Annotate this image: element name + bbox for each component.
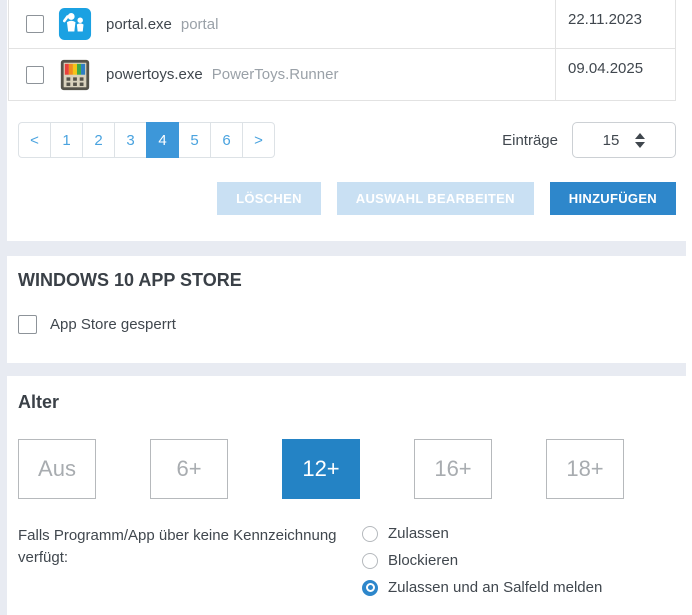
app-date: 22.11.2023 [555, 0, 675, 48]
pagination-page-1[interactable]: 1 [50, 122, 83, 158]
delete-button[interactable]: LÖSCHEN [217, 182, 321, 215]
age-option-12-selected[interactable]: 12+ [282, 439, 360, 499]
page-left-margin [0, 0, 7, 615]
radio-label: Zulassen [388, 525, 449, 542]
section-title: WINDOWS 10 APP STORE [18, 269, 692, 291]
radio-label: Zulassen und an Salfeld melden [388, 579, 602, 596]
entries-value: 15 [603, 132, 620, 149]
radio-option-zulassen-melden-selected[interactable]: Zulassen und an Salfeld melden [362, 579, 602, 596]
pagination-page-2[interactable]: 2 [82, 122, 115, 158]
app-display-name: PowerToys.Runner [212, 66, 339, 83]
app-filename: portal.exe [106, 16, 172, 33]
fallback-question-label: Falls Programm/App über keine Kennzeichn… [18, 525, 362, 606]
pagination-page-4-active[interactable]: 4 [146, 122, 179, 158]
add-button[interactable]: HINZUFÜGEN [550, 182, 676, 215]
app-list-panel: portal.exe portal 22.11.2023 [0, 0, 692, 241]
spinner-icon [635, 133, 645, 148]
section-divider [0, 241, 686, 256]
age-option-16[interactable]: 16+ [414, 439, 492, 499]
radio-option-blockieren[interactable]: Blockieren [362, 552, 602, 569]
entries-label: Einträge [502, 132, 558, 149]
app-store-blocked-checkbox[interactable] [18, 315, 37, 334]
app-date: 09.04.2025 [555, 49, 675, 100]
app-store-section: WINDOWS 10 APP STORE App Store gesperrt [0, 256, 692, 363]
section-divider [0, 363, 686, 376]
pagination: < 1 2 3 4 5 6 > [18, 122, 275, 158]
no-rating-fallback: Falls Programm/App über keine Kennzeichn… [18, 525, 692, 606]
radio-label: Blockieren [388, 552, 458, 569]
pagination-page-3[interactable]: 3 [114, 122, 147, 158]
table-controls: < 1 2 3 4 5 6 > Einträge 15 [18, 122, 676, 158]
pagination-page-5[interactable]: 5 [178, 122, 211, 158]
row-checkbox[interactable] [26, 15, 44, 33]
app-table: portal.exe portal 22.11.2023 [8, 0, 676, 101]
portal-app-icon [58, 7, 92, 41]
action-buttons: LÖSCHEN AUSWAHL BEARBEITEN HINZUFÜGEN [8, 182, 676, 215]
radio-icon[interactable] [362, 553, 378, 569]
age-option-18[interactable]: 18+ [546, 439, 624, 499]
app-filename: powertoys.exe [106, 66, 203, 83]
powertoys-app-icon [58, 58, 92, 92]
pagination-next-button[interactable]: > [242, 122, 275, 158]
pagination-page-6[interactable]: 6 [210, 122, 243, 158]
pagination-prev-button[interactable]: < [18, 122, 51, 158]
app-cell: powertoys.exe PowerToys.Runner [9, 49, 555, 100]
edit-selection-button[interactable]: AUSWAHL BEARBEITEN [337, 182, 534, 215]
fallback-radio-group: Zulassen Blockieren Zulassen und an Salf… [362, 525, 602, 606]
age-rating-options: Aus 6+ 12+ 16+ 18+ [18, 439, 678, 499]
table-row[interactable]: powertoys.exe PowerToys.Runner 09.04.202… [9, 49, 675, 100]
radio-icon-checked[interactable] [362, 580, 378, 596]
age-option-6[interactable]: 6+ [150, 439, 228, 499]
row-checkbox[interactable] [26, 66, 44, 84]
entries-count-select[interactable]: 15 [572, 122, 676, 158]
table-row[interactable]: portal.exe portal 22.11.2023 [9, 0, 675, 49]
section-title: Alter [18, 391, 692, 413]
app-store-blocked-checkbox-row[interactable]: App Store gesperrt [18, 315, 692, 334]
age-section: Alter Aus 6+ 12+ 16+ 18+ Falls Programm/… [0, 376, 692, 606]
radio-icon[interactable] [362, 526, 378, 542]
entries-per-page: Einträge 15 [502, 122, 676, 158]
checkbox-label: App Store gesperrt [50, 316, 176, 333]
app-cell: portal.exe portal [9, 0, 555, 48]
age-option-aus[interactable]: Aus [18, 439, 96, 499]
radio-option-zulassen[interactable]: Zulassen [362, 525, 602, 542]
app-display-name: portal [181, 16, 219, 33]
